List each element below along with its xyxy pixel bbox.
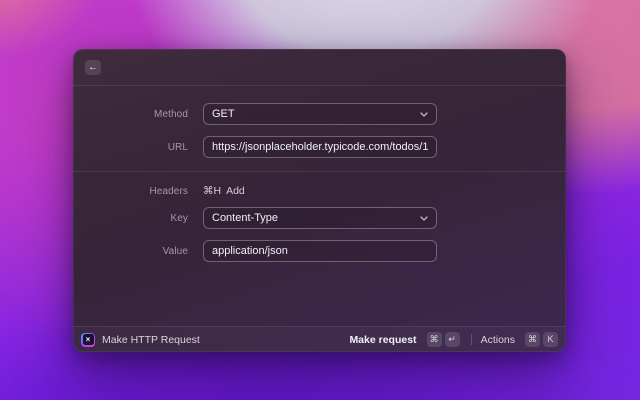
- headers-label: Headers: [149, 185, 188, 197]
- url-value: https://jsonplaceholder.typicode.com/tod…: [212, 141, 428, 153]
- method-row: Method GET: [73, 103, 566, 125]
- method-value: GET: [212, 108, 235, 120]
- actions-button[interactable]: Actions: [481, 334, 515, 346]
- add-label: Add: [226, 185, 245, 197]
- window-header: ←: [73, 49, 566, 86]
- action-bar: × Make HTTP Request Make request ⌘ ↵ Act…: [73, 326, 566, 352]
- back-arrow-icon: ←: [88, 61, 98, 73]
- value-label: Value: [162, 245, 188, 257]
- footer-divider: [470, 334, 472, 345]
- extension-title: Make HTTP Request: [102, 333, 200, 346]
- chevron-down-icon: [420, 215, 428, 221]
- cmd-h-shortcut: ⌘H: [203, 185, 222, 197]
- value-row: Value application/json: [73, 240, 566, 262]
- section-divider: [73, 171, 566, 172]
- url-input[interactable]: https://jsonplaceholder.typicode.com/tod…: [203, 136, 437, 158]
- extension-icon: ×: [81, 332, 95, 347]
- extension-chip: × Make HTTP Request: [81, 332, 200, 347]
- key-row: Key Content-Type: [73, 207, 566, 229]
- add-header-action[interactable]: ⌘H Add: [203, 185, 245, 197]
- raycast-window: ← Method GET URL https://jsonplaceholder…: [73, 49, 566, 352]
- url-label: URL: [167, 141, 188, 153]
- header-value-input[interactable]: application/json: [203, 240, 437, 262]
- k-keycap: K: [543, 332, 558, 347]
- key-value: Content-Type: [212, 212, 279, 224]
- x-glyph-icon: ×: [82, 334, 94, 345]
- value-value: application/json: [212, 245, 288, 257]
- cmd-keycap: ⌘: [426, 332, 442, 347]
- form-content: Method GET URL https://jsonplaceholder.t…: [73, 86, 566, 326]
- footer-actions: Make request ⌘ ↵ Actions ⌘ K: [349, 332, 558, 347]
- url-row: URL https://jsonplaceholder.typicode.com…: [73, 136, 566, 158]
- back-button[interactable]: ←: [85, 59, 101, 75]
- header-key-dropdown[interactable]: Content-Type: [203, 207, 437, 229]
- method-dropdown[interactable]: GET: [203, 103, 437, 125]
- cmd-keycap: ⌘: [525, 332, 540, 347]
- key-label: Key: [170, 212, 188, 224]
- chevron-down-icon: [420, 111, 428, 117]
- make-request-button[interactable]: Make request: [349, 334, 416, 346]
- headers-row: Headers ⌘H Add: [73, 185, 566, 197]
- enter-keycap: ↵: [444, 332, 460, 347]
- method-label: Method: [154, 108, 188, 120]
